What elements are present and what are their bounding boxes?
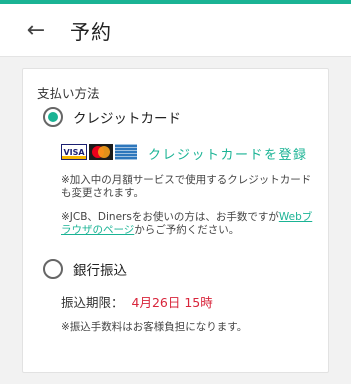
jcb-diners-note: ※JCB、Dinersをお使いの方は、お手数ですがWebブラウザのページからご予…	[61, 211, 316, 237]
transfer-deadline: 振込期限： 4月26日 15時	[61, 292, 213, 311]
register-credit-card-link[interactable]: クレジットカードを登録	[148, 144, 308, 163]
jcb-note-prefix: ※JCB、Dinersをお使いの方は、お手数ですが	[61, 211, 279, 223]
jcb-note-suffix: からご予約ください。	[134, 224, 240, 236]
credit-card-label: クレジットカード	[73, 111, 181, 127]
credit-card-option[interactable]: クレジットカード	[43, 107, 181, 127]
bank-transfer-label: 銀行振込	[73, 263, 127, 279]
amex-icon	[115, 144, 137, 160]
section-label: 支払い方法	[37, 86, 100, 101]
bank-transfer-radio[interactable]	[43, 259, 63, 279]
credit-card-radio[interactable]	[43, 107, 63, 127]
back-button[interactable]: ←	[16, 10, 56, 50]
visa-icon: VISA	[61, 144, 87, 160]
deadline-value: 4月26日 15時	[131, 295, 213, 310]
card-brands: VISA	[61, 144, 137, 160]
subscription-note: ※加入中の月額サービスで使用するクレジットカードも変更されます。	[61, 174, 312, 199]
deadline-label: 振込期限：	[61, 295, 124, 310]
page-title: 予約	[70, 19, 112, 44]
arrow-left-icon: ←	[26, 17, 46, 43]
transfer-fee-note: ※振込手数料はお客様負担になります。	[61, 321, 248, 333]
app-bar: ← 予約	[0, 4, 351, 57]
payment-method-card: 支払い方法 クレジットカード VISA クレジットカードを登録 ※加入中の月額サ…	[22, 68, 329, 373]
bank-transfer-option[interactable]: 銀行振込	[43, 259, 127, 279]
mastercard-icon	[89, 144, 113, 160]
